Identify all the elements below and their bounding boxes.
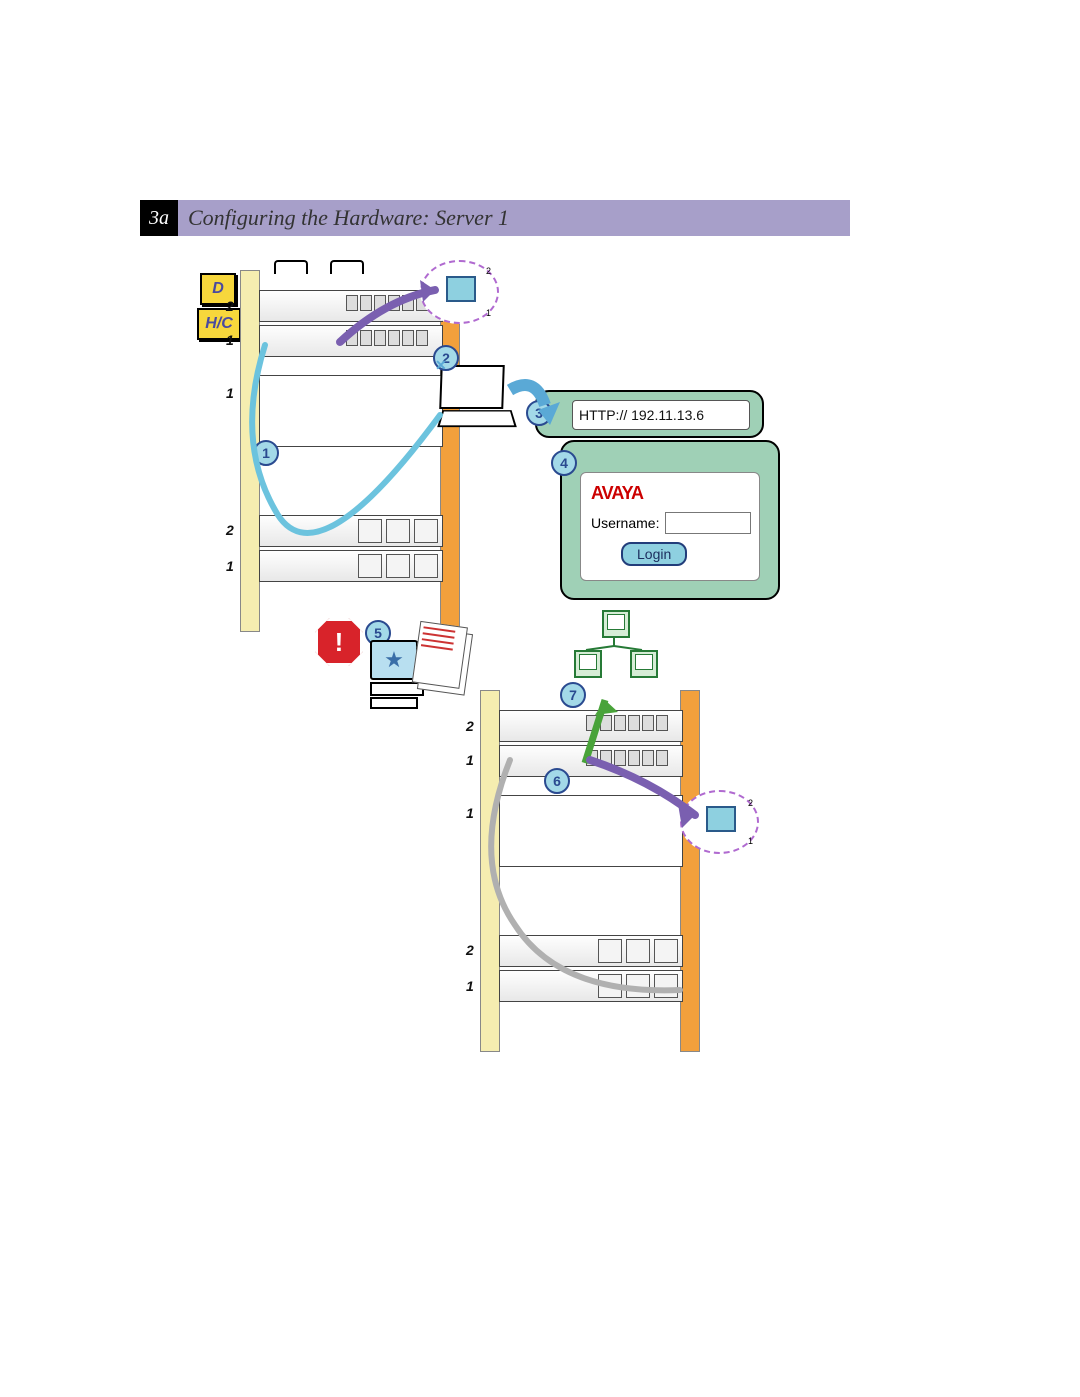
rack2-u-bot1: 1 [466, 978, 474, 994]
rack1-u-bot1: 1 [226, 558, 234, 574]
network-icon [570, 610, 660, 680]
section-title: Configuring the Hardware: Server 1 [188, 205, 509, 231]
laptop-icon [440, 365, 520, 425]
tag-hc: H/C [197, 308, 241, 340]
avaya-logo: AVAYA [591, 483, 749, 504]
rack2-u-mid1: 1 [466, 805, 474, 821]
rack1-u-top1: 1 [226, 332, 234, 348]
browser-url: HTTP:// 192.11.13.6 [572, 400, 750, 430]
rack1-u-mid1: 1 [226, 385, 234, 401]
rack-2: 2 1 1 2 1 [480, 690, 700, 1050]
zoom-detail-upper: 2 1 [420, 260, 499, 324]
warning-stop-icon: ! [315, 618, 363, 666]
zoom-detail-lower: 2 1 [680, 790, 759, 854]
step-3-badge: 3 [526, 400, 552, 426]
rack2-u-top1: 1 [466, 752, 474, 768]
step-2-badge: 2 [433, 345, 459, 371]
username-label: Username: [591, 515, 659, 531]
username-input[interactable] [665, 512, 751, 534]
section-header: 3a Configuring the Hardware: Server 1 [140, 200, 850, 236]
documents-icon [412, 621, 470, 687]
login-button[interactable]: Login [621, 542, 687, 566]
rack2-u-bot2: 2 [466, 942, 474, 958]
step-1-badge: 1 [253, 440, 279, 466]
step-6-badge: 6 [544, 768, 570, 794]
step-4-badge: 4 [551, 450, 577, 476]
browser-bar-window: 3 HTTP:// 192.11.13.6 [535, 390, 764, 438]
rack2-u-top2: 2 [466, 718, 474, 734]
section-number: 3a [140, 200, 178, 236]
step-7-badge: 7 [560, 682, 586, 708]
rack1-u-top2: 2 [226, 298, 234, 314]
rack1-u-bot2: 2 [226, 522, 234, 538]
star-icon: ★ [384, 647, 404, 673]
login-window: 4 AVAYA Username: Login [560, 440, 780, 600]
